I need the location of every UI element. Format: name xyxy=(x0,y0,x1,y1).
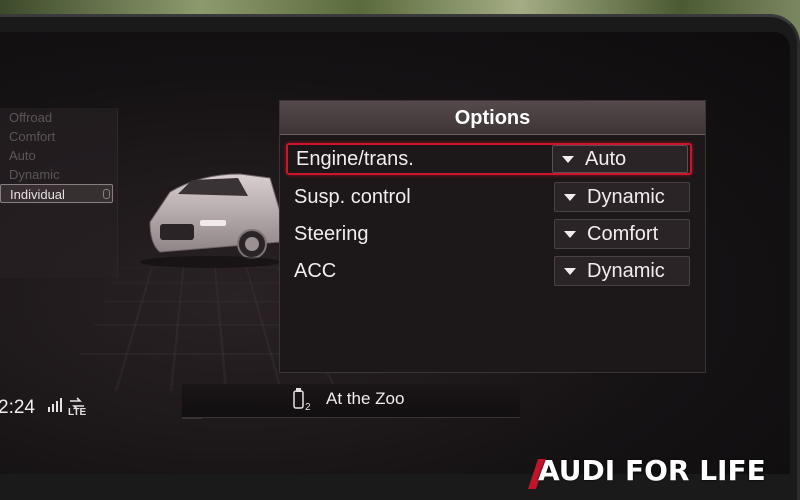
drive-mode-offroad[interactable]: Offroad xyxy=(0,108,117,127)
settings-toggle-icon xyxy=(103,189,110,199)
option-row-susp-control[interactable]: Susp. control Dynamic xyxy=(286,181,692,213)
drive-select-list: Offroad Comfort Auto Dynamic Individual xyxy=(0,108,118,278)
drive-mode-dynamic[interactable]: Dynamic xyxy=(0,165,117,184)
options-panel: Options Engine/trans. Auto Susp. control… xyxy=(279,100,706,373)
option-label-susp-control: Susp. control xyxy=(294,185,411,208)
clock: 2:24 xyxy=(0,397,35,418)
media-title[interactable]: At the Zoo xyxy=(326,389,404,409)
steering-value: Comfort xyxy=(587,222,659,245)
options-title: Options xyxy=(280,101,705,135)
option-label-engine-trans: Engine/trans. xyxy=(296,147,414,170)
drive-mode-auto[interactable]: Auto xyxy=(0,146,117,165)
dropdown-arrow-icon xyxy=(562,155,574,163)
option-label-acc: ACC xyxy=(294,259,337,282)
engine-trans-value: Auto xyxy=(585,147,627,170)
susp-control-value: Dynamic xyxy=(587,185,665,208)
drive-mode-individual[interactable]: Individual xyxy=(0,184,113,203)
option-label-steering: Steering xyxy=(294,222,369,245)
dropdown-arrow-icon xyxy=(564,267,576,275)
acc-dropdown[interactable]: Dynamic xyxy=(554,256,690,286)
signal-bars-icon xyxy=(48,398,62,412)
drive-mode-individual-label: Individual xyxy=(10,187,65,202)
usb-icon: 2 xyxy=(293,388,311,412)
drive-mode-comfort[interactable]: Comfort xyxy=(0,127,117,146)
option-row-engine-trans[interactable]: Engine/trans. Auto xyxy=(286,143,692,175)
dropdown-arrow-icon xyxy=(564,230,576,238)
susp-control-dropdown[interactable]: Dynamic xyxy=(554,182,690,212)
lte-icon: LTE xyxy=(68,407,87,418)
option-row-steering[interactable]: Steering Comfort xyxy=(286,218,692,250)
acc-value: Dynamic xyxy=(587,259,665,282)
dropdown-arrow-icon xyxy=(564,193,576,201)
engine-trans-dropdown[interactable]: Auto xyxy=(552,145,688,173)
media-source-index: 2 xyxy=(305,402,311,412)
option-row-acc[interactable]: ACC Dynamic xyxy=(286,255,692,287)
watermark-text: AUDI FOR LIFE xyxy=(538,454,766,487)
car-illustration xyxy=(140,173,281,268)
steering-dropdown[interactable]: Comfort xyxy=(554,219,690,249)
